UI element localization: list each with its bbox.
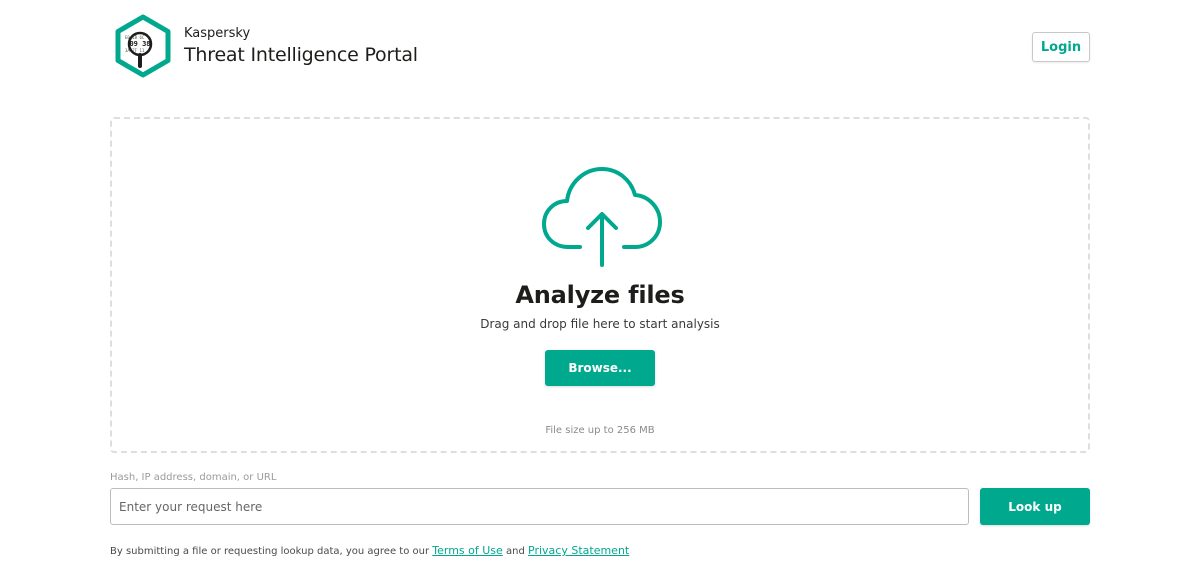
page: E0 1B 6C 3A 7F 11 09 38 Kaspersky Threat… — [0, 0, 1200, 571]
privacy-statement-link[interactable]: Privacy Statement — [528, 544, 629, 557]
svg-text:3A 7F 11: 3A 7F 11 — [125, 48, 145, 53]
brand-company: Kaspersky — [184, 26, 251, 41]
legal-notice: By submitting a file or requesting looku… — [110, 544, 629, 557]
legal-conjunction: and — [506, 546, 525, 557]
file-dropzone[interactable]: Analyze files Drag and drop file here to… — [110, 117, 1090, 453]
terms-of-use-link[interactable]: Terms of Use — [432, 544, 503, 557]
analyze-files-title: Analyze files — [515, 281, 685, 309]
look-up-button[interactable]: Look up — [980, 488, 1090, 525]
file-size-limit: File size up to 256 MB — [545, 425, 655, 436]
brand: Kaspersky Threat Intelligence Portal — [184, 26, 418, 68]
legal-prefix: By submitting a file or requesting looku… — [110, 546, 430, 557]
dropzone-instructions: Drag and drop file here to start analysi… — [480, 317, 720, 331]
kaspersky-logo: E0 1B 6C 3A 7F 11 09 38 — [110, 14, 176, 80]
browse-button[interactable]: Browse... — [545, 350, 655, 386]
lookup-label: Hash, IP address, domain, or URL — [110, 472, 277, 483]
cloud-upload-icon — [540, 165, 664, 269]
brand-product: Threat Intelligence Portal — [184, 44, 418, 66]
logo-magnified-text: 09 38 — [129, 40, 150, 48]
lookup-input[interactable] — [110, 488, 969, 525]
login-button[interactable]: Login — [1032, 32, 1090, 62]
